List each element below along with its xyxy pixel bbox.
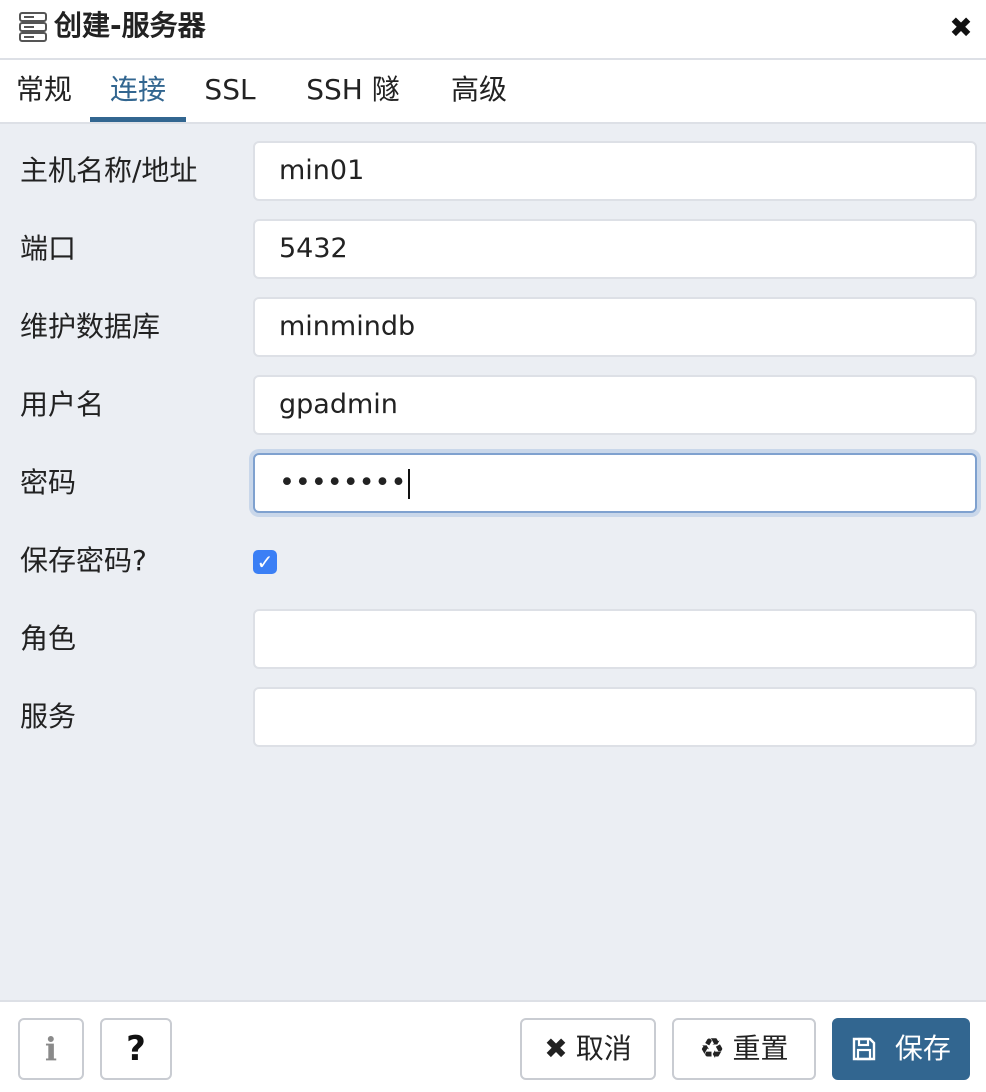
maintenance-db-label: 维护数据库: [20, 310, 161, 343]
password-value: ••••••••: [279, 467, 407, 498]
username-input[interactable]: gpadmin: [253, 375, 977, 435]
save-password-label: 保存密码?: [20, 544, 147, 577]
password-label: 密码: [20, 466, 77, 499]
host-input[interactable]: min01: [253, 141, 977, 201]
dialog-titlebar: 创建-服务器 ✖: [0, 0, 986, 60]
dialog-title: 创建-服务器: [54, 9, 206, 42]
tab-bar: 常规 连接 SSL SSH 隧道 高级: [0, 60, 986, 166]
cancel-label: 取消: [575, 1032, 632, 1065]
service-input[interactable]: [253, 687, 977, 747]
port-label: 端口: [20, 232, 77, 265]
server-icon: [18, 11, 48, 43]
info-button[interactable]: i: [18, 1018, 84, 1080]
role-input[interactable]: [253, 609, 977, 669]
tab-connection[interactable]: 连接: [90, 60, 186, 122]
info-icon: i: [44, 1030, 58, 1068]
save-password-checkbox[interactable]: ✓: [253, 550, 277, 574]
tab-ssh-tunnel[interactable]: SSH 隧道: [294, 60, 412, 166]
service-label: 服务: [20, 700, 77, 733]
tab-ssl[interactable]: SSL: [204, 60, 256, 122]
save-label: 保存: [894, 1032, 951, 1065]
recycle-icon: ♻: [699, 1032, 725, 1065]
text-caret: [408, 468, 411, 499]
close-icon: ✖: [544, 1032, 568, 1065]
reset-label: 重置: [732, 1032, 789, 1065]
close-icon[interactable]: ✖: [948, 12, 974, 44]
tab-advanced[interactable]: 高级: [450, 60, 508, 122]
host-label: 主机名称/地址: [20, 154, 198, 187]
username-label: 用户名: [20, 388, 105, 421]
password-input[interactable]: ••••••••: [253, 453, 977, 513]
help-button[interactable]: ?: [100, 1018, 172, 1080]
save-button[interactable]: 保存: [832, 1018, 970, 1080]
port-input[interactable]: 5432: [253, 219, 977, 279]
question-icon: ?: [126, 1029, 146, 1069]
floppy-disk-icon: [851, 1032, 887, 1065]
role-label: 角色: [20, 622, 77, 655]
tab-general[interactable]: 常规: [16, 60, 72, 122]
cancel-button[interactable]: ✖ 取消: [520, 1018, 656, 1080]
reset-button[interactable]: ♻ 重置: [672, 1018, 816, 1080]
maintenance-db-input[interactable]: minmindb: [253, 297, 977, 357]
